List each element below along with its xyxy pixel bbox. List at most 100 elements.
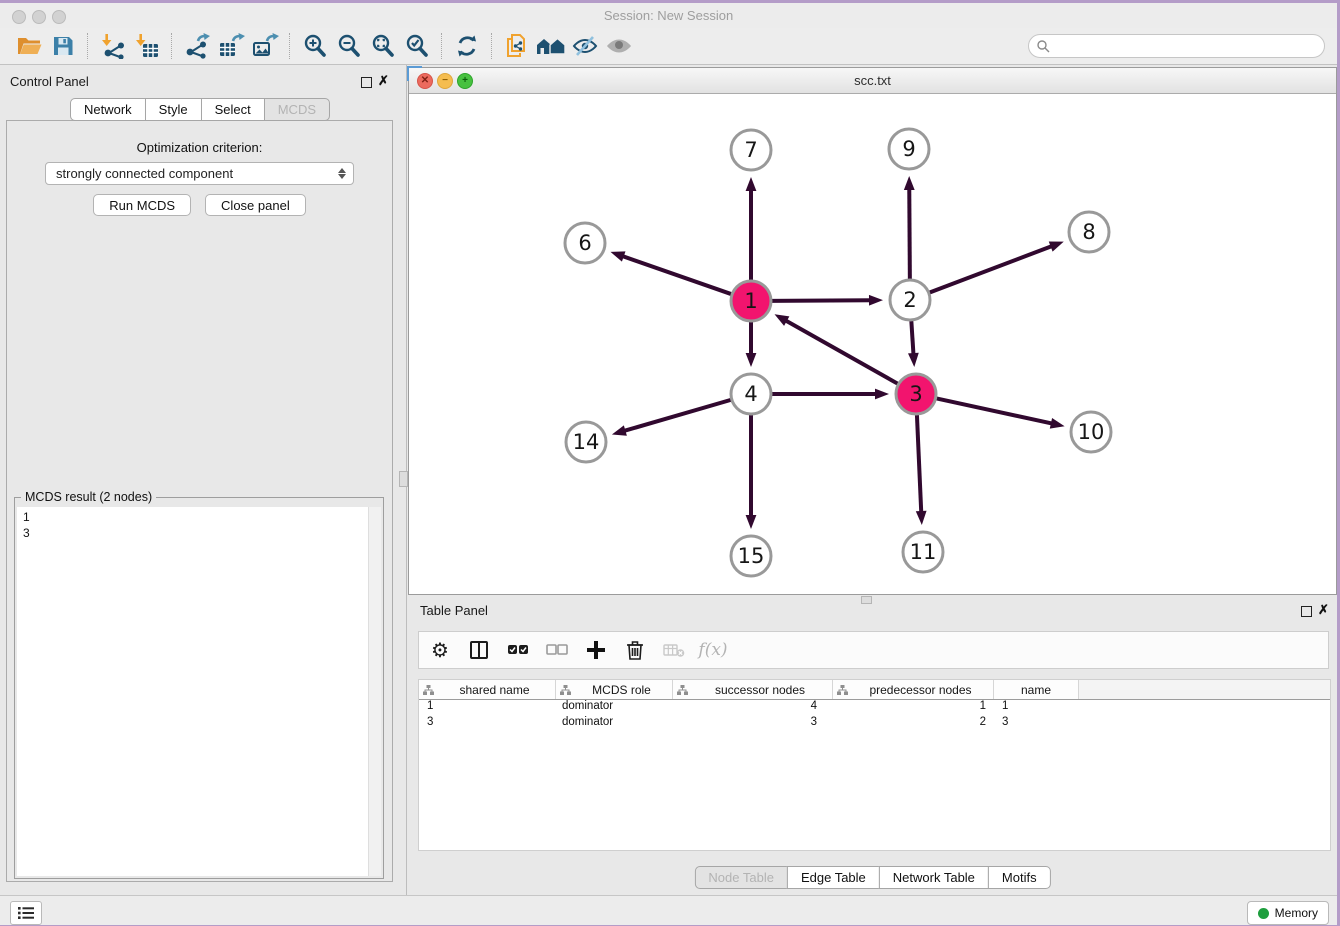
network-canvas[interactable]: 7 9 6 8 1 2 4 3 14 10 15 11 (409, 94, 1336, 594)
gear-icon[interactable]: ⚙ (429, 639, 451, 661)
criterion-dropdown[interactable]: strongly connected component (45, 162, 354, 185)
graph-edge-1-6[interactable] (610, 251, 731, 294)
graph-node-9[interactable]: 9 (889, 129, 929, 169)
cell-mcds-role[interactable]: dominator (556, 716, 673, 732)
column-header-name[interactable]: name (994, 680, 1079, 699)
home-network-icon[interactable] (534, 31, 568, 61)
graph-node-3[interactable]: 3 (896, 374, 936, 414)
cell-successor-nodes[interactable]: 4 (673, 700, 833, 716)
column-header-shared-name[interactable]: shared name (419, 680, 556, 699)
first-neighbors-icon[interactable] (500, 31, 534, 61)
graph-edge-1-7[interactable] (746, 177, 757, 280)
svg-text:7: 7 (744, 138, 757, 162)
graph-node-1[interactable]: 1 (731, 281, 771, 321)
run-mcds-button[interactable]: Run MCDS (93, 194, 191, 216)
graph-edge-2-3[interactable] (908, 321, 919, 367)
column-header-mcds-role[interactable]: MCDS role (556, 680, 673, 699)
deselect-all-icon[interactable] (546, 639, 568, 661)
network-frame-titlebar[interactable]: ✕ − + scc.txt (409, 68, 1336, 94)
delete-row-icon[interactable] (624, 639, 646, 661)
graph-edge-4-14[interactable] (612, 400, 731, 436)
vertical-splitter-handle[interactable] (399, 471, 408, 487)
tab-style[interactable]: Style (145, 98, 202, 121)
columns-icon[interactable] (468, 639, 490, 661)
search-input[interactable] (1050, 36, 1324, 56)
add-row-icon[interactable] (585, 639, 607, 661)
tab-network-table[interactable]: Network Table (879, 866, 989, 889)
zoom-selected-icon[interactable] (400, 31, 434, 61)
close-table-panel-icon[interactable]: ✗ (1318, 603, 1329, 616)
tab-mcds[interactable]: MCDS (264, 98, 330, 121)
table-row[interactable]: 3 dominator 3 2 3 (419, 716, 1330, 732)
graph-node-11[interactable]: 11 (903, 532, 943, 572)
tab-network[interactable]: Network (70, 98, 146, 121)
application-window: Session: New Session (0, 0, 1340, 926)
cell-name[interactable]: 3 (994, 716, 1079, 732)
svg-text:10: 10 (1078, 420, 1105, 444)
hide-graphics-icon[interactable] (568, 31, 602, 61)
refresh-icon[interactable] (450, 31, 484, 61)
header-filler (1079, 680, 1330, 699)
cell-predecessor-nodes[interactable]: 2 (833, 716, 994, 732)
graph-node-10[interactable]: 10 (1071, 412, 1111, 452)
float-table-panel-icon[interactable] (1301, 606, 1312, 617)
graph-node-15[interactable]: 15 (731, 536, 771, 576)
close-panel-icon[interactable]: ✗ (378, 74, 389, 87)
zoom-out-icon[interactable] (332, 31, 366, 61)
toolbar-separator (87, 33, 89, 59)
tab-node-table[interactable]: Node Table (694, 866, 788, 889)
mcds-result-group: MCDS result (2 nodes) 1 3 (14, 497, 384, 879)
table-row[interactable]: 1 dominator 4 1 1 (419, 700, 1330, 716)
zoom-fit-icon[interactable] (366, 31, 400, 61)
table-panel-tabs: Node Table Edge Table Network Table Moti… (694, 866, 1050, 889)
cell-successor-nodes[interactable]: 3 (673, 716, 833, 732)
graph-edge-3-10[interactable] (937, 398, 1065, 428)
network-graph[interactable]: 7 9 6 8 1 2 4 3 14 10 15 11 (409, 94, 1336, 594)
graph-edge-2-9[interactable] (904, 176, 915, 279)
graph-node-14[interactable]: 14 (566, 422, 606, 462)
float-panel-icon[interactable] (361, 77, 372, 88)
graph-edge-3-11[interactable] (916, 415, 927, 525)
graph-edge-4-3[interactable] (772, 389, 889, 400)
cell-name[interactable]: 1 (994, 700, 1079, 716)
tab-motifs[interactable]: Motifs (988, 866, 1051, 889)
graph-node-4[interactable]: 4 (731, 374, 771, 414)
graph-edge-1-2[interactable] (772, 295, 883, 306)
column-header-predecessor-nodes[interactable]: predecessor nodes (833, 680, 994, 699)
graph-node-6[interactable]: 6 (565, 223, 605, 263)
search-box[interactable] (1028, 34, 1325, 58)
close-panel-button[interactable]: Close panel (205, 194, 306, 216)
graph-edge-4-15[interactable] (746, 415, 757, 529)
graph-edge-3-1[interactable] (775, 314, 898, 383)
tab-edge-table[interactable]: Edge Table (787, 866, 880, 889)
mcds-panel: Optimization criterion: strongly connect… (6, 120, 393, 882)
export-image-icon[interactable] (248, 31, 282, 61)
task-history-button[interactable] (10, 901, 42, 925)
open-session-icon[interactable] (12, 31, 46, 61)
control-panel: Control Panel ✗ Optimization criterion: … (0, 65, 400, 895)
graph-node-2[interactable]: 2 (890, 280, 930, 320)
import-table-icon[interactable] (130, 31, 164, 61)
svg-text:11: 11 (910, 540, 937, 564)
cell-shared-name[interactable]: 1 (419, 700, 556, 716)
column-header-successor-nodes[interactable]: successor nodes (673, 680, 833, 699)
cell-predecessor-nodes[interactable]: 1 (833, 700, 994, 716)
tab-select[interactable]: Select (201, 98, 265, 121)
graph-edge-2-8[interactable] (930, 242, 1064, 293)
memory-button[interactable]: Memory (1247, 901, 1329, 925)
mcds-result-area[interactable]: 1 3 (17, 507, 381, 876)
graph-node-8[interactable]: 8 (1069, 212, 1109, 252)
result-scrollbar[interactable] (368, 507, 381, 876)
import-network-icon[interactable] (96, 31, 130, 61)
table-panel: Table Panel ✗ ⚙ f(x) (408, 598, 1337, 895)
select-all-icon[interactable] (507, 639, 529, 661)
zoom-in-icon[interactable] (298, 31, 332, 61)
cell-mcds-role[interactable]: dominator (556, 700, 673, 716)
export-table-icon[interactable] (214, 31, 248, 61)
graph-edge-1-4[interactable] (746, 322, 757, 367)
show-graphics-icon[interactable] (602, 31, 636, 61)
cell-shared-name[interactable]: 3 (419, 716, 556, 732)
export-network-icon[interactable] (180, 31, 214, 61)
graph-node-7[interactable]: 7 (731, 130, 771, 170)
save-session-icon[interactable] (46, 31, 80, 61)
